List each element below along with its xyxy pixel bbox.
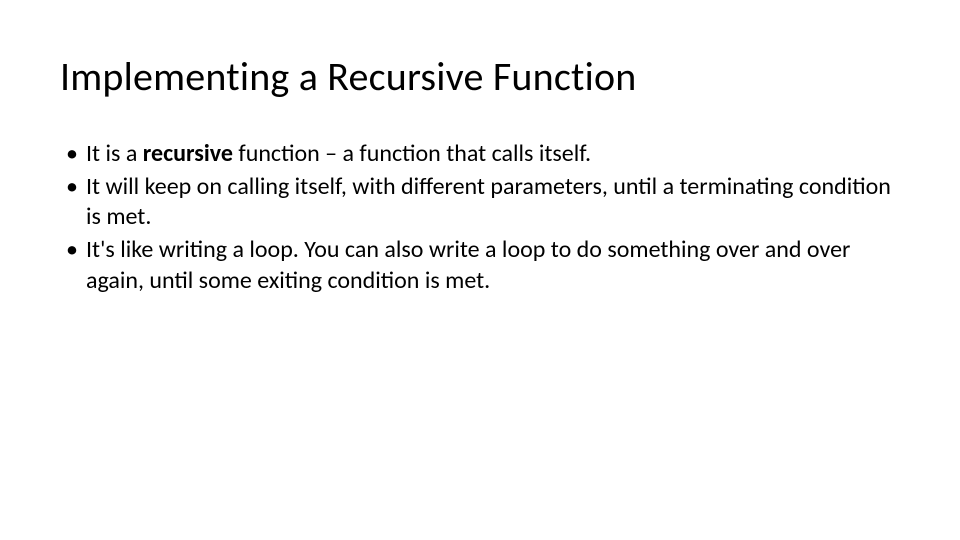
bullet-text-post: function – a function that calls itself.	[233, 139, 591, 168]
bullet-item: It's like writing a loop. You can also w…	[60, 235, 900, 296]
bullet-item: It will keep on calling itself, with dif…	[60, 172, 900, 233]
bullet-text-pre: It is a	[86, 139, 143, 168]
bullet-text: It's like writing a loop. You can also w…	[86, 235, 850, 295]
bullet-text: It will keep on calling itself, with dif…	[86, 172, 891, 232]
bullet-item: It is a recursive function – a function …	[60, 139, 900, 170]
slide-title: Implementing a Recursive Function	[60, 52, 900, 101]
bullet-text-bold: recursive	[143, 139, 233, 168]
slide: Implementing a Recursive Function It is …	[0, 0, 960, 540]
bullet-list: It is a recursive function – a function …	[60, 139, 900, 297]
